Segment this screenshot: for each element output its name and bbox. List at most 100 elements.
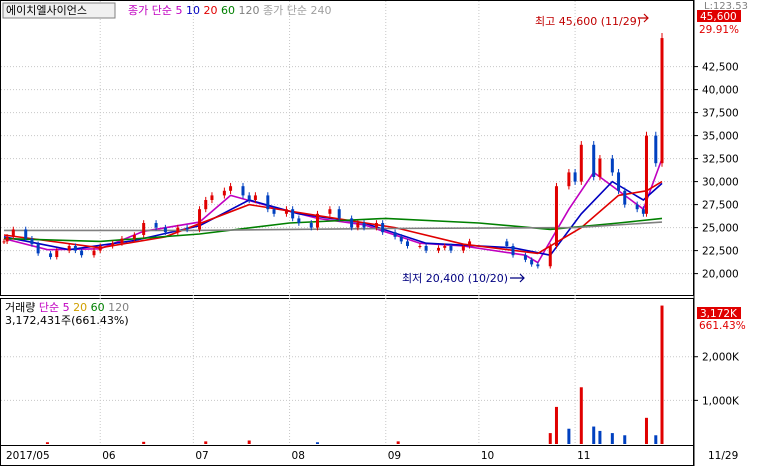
date-tick-label: 07 — [195, 450, 208, 462]
legend-entry: 20 — [203, 4, 221, 17]
candle-body — [660, 38, 664, 164]
candle-body — [80, 250, 84, 256]
candle-body — [11, 229, 15, 237]
price-ma-legend: 종가 단순 5 10 20 60 120 종가 단순 240 — [128, 4, 331, 17]
date-tick-label: 11/29 — [708, 450, 738, 462]
legend-entry: 5 — [63, 301, 74, 314]
candle-body — [204, 200, 208, 210]
candle-body — [511, 246, 515, 256]
candle-body — [610, 158, 614, 173]
candle-body — [92, 250, 96, 256]
candle-body — [362, 223, 366, 228]
high-annotation: 최고 45,600 (11/29) — [535, 15, 641, 28]
volume-bar — [660, 305, 664, 444]
price-tick-label: 22,500 — [702, 246, 739, 258]
price-tick-label: 32,500 — [702, 154, 739, 166]
date-tick-label: 06 — [102, 450, 116, 462]
legend-entry: 60 — [91, 301, 109, 314]
candle-body — [291, 209, 295, 219]
candle-body — [437, 247, 441, 251]
candle-body — [2, 241, 6, 243]
candle-body — [284, 209, 288, 214]
legend-entry: 60 — [221, 4, 239, 17]
candle-body — [337, 209, 341, 219]
candle-body — [461, 246, 465, 251]
candle-body — [309, 223, 313, 228]
stock-name: 에이치엘사이언스 — [6, 4, 87, 17]
price-tick-label: 42,500 — [702, 62, 739, 74]
candle-body — [222, 190, 226, 196]
volume-bar — [579, 387, 583, 444]
candle-body — [24, 229, 28, 239]
legend-entry: 종가 단순 — [128, 4, 175, 17]
volume-change-pct: 661.43% — [699, 320, 746, 332]
volume-bar — [45, 442, 49, 444]
price-tick-label: 35,000 — [702, 131, 739, 143]
legend-entry: 종가 단순 240 — [263, 4, 331, 17]
candle-body — [36, 244, 40, 254]
candle-body — [530, 259, 534, 265]
candle-body — [176, 227, 180, 233]
candle-body — [73, 246, 77, 251]
candle-body — [567, 172, 571, 187]
candle-body — [5, 236, 9, 242]
volume-bar — [567, 428, 571, 444]
price-tick-label: 40,000 — [702, 85, 739, 97]
volume-bar — [554, 406, 558, 444]
volume-bar — [548, 433, 552, 444]
price-tick-label: 37,500 — [702, 108, 739, 120]
stock-chart[interactable]: 20,000 22,500 25,000 27,500 30,000 32,500 35,0… — [0, 0, 758, 466]
candle-body — [297, 218, 301, 223]
candle-body — [154, 223, 158, 228]
candle-body — [579, 144, 583, 182]
candle-body — [424, 246, 428, 251]
candle-body — [210, 195, 214, 200]
volume-bar — [644, 417, 648, 444]
candle-body — [55, 250, 59, 258]
candle-body — [623, 190, 627, 205]
candle-body — [229, 186, 233, 191]
candle-body — [654, 135, 658, 164]
candle-body — [381, 223, 385, 233]
volume-bar — [142, 441, 146, 444]
date-tick-label: 2017/05 — [6, 450, 50, 462]
candle-body — [635, 204, 639, 210]
volume-bar — [315, 442, 319, 444]
candle-body — [253, 195, 257, 200]
candle-body — [350, 218, 354, 228]
legend-entry: 거래량 — [5, 301, 39, 314]
candle-body — [554, 186, 558, 246]
current-volume-text: 3,172,431주(661.43%) — [5, 314, 129, 327]
price-tick-label: 20,000 — [702, 269, 739, 281]
candle-body — [393, 232, 397, 237]
candle-body — [399, 236, 403, 242]
candle-body — [523, 255, 527, 260]
volume-bar — [396, 441, 400, 444]
candle-body — [67, 246, 71, 251]
legend-entry: 120 — [238, 4, 263, 17]
volume-bar — [247, 440, 251, 444]
candle-body — [644, 135, 648, 214]
low-annotation: 최저 20,400 (10/20) — [402, 272, 508, 285]
candle-body — [120, 238, 124, 244]
candle-body — [468, 241, 472, 246]
legend-entry: 10 — [186, 4, 204, 17]
candle-body — [405, 241, 409, 246]
volume-badge: 3,172K — [700, 308, 738, 320]
candle-body — [592, 144, 596, 177]
candle-body — [185, 227, 189, 230]
date-tick-label: 09 — [388, 450, 401, 462]
candle-body — [617, 172, 621, 191]
price-tick-label: 25,000 — [702, 223, 739, 235]
price-panel-frame — [0, 0, 694, 296]
candle-body — [418, 246, 422, 247]
candle-body — [163, 227, 167, 233]
candle-body — [49, 253, 53, 258]
candle-body — [536, 264, 540, 267]
volume-tick-label: 2,000K — [702, 352, 740, 364]
legend-entry: 120 — [108, 301, 129, 314]
price-tick-label: 30,000 — [702, 177, 739, 189]
candle-body — [132, 234, 136, 239]
volume-tick-label: 1,000K — [702, 395, 740, 407]
candle-body — [30, 238, 34, 245]
